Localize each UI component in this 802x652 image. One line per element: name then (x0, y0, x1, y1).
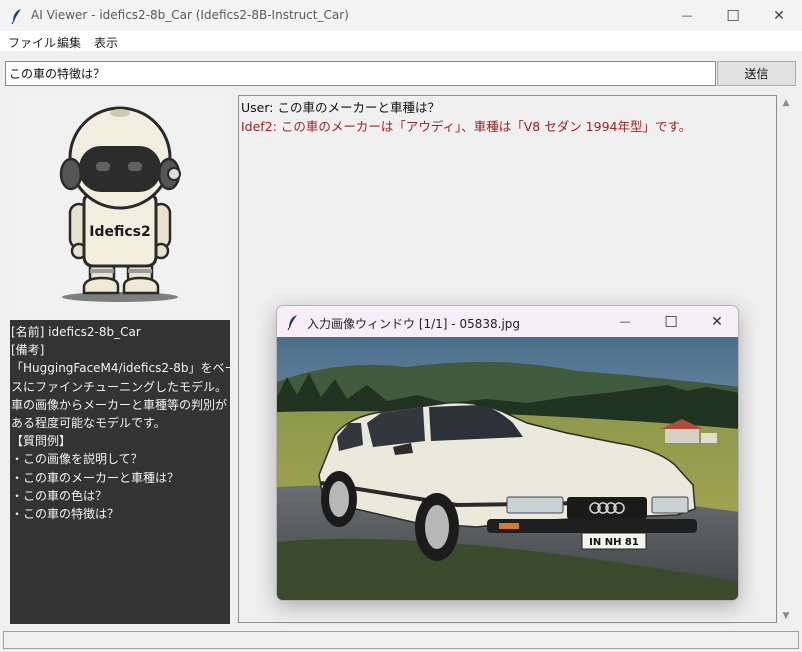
car-photo-icon: IN NH 81 (277, 337, 738, 600)
info-line: [名前] idefics2-8b_Car (11, 325, 141, 339)
minimize-button[interactable]: — (664, 0, 710, 31)
menu-file[interactable]: ファイル (8, 34, 56, 51)
maximize-icon: ☐ (726, 6, 740, 25)
chat-scrollbar[interactable]: ▲ ▼ (778, 95, 794, 623)
feather-app-icon (11, 9, 21, 24)
info-line: 車の画像からメーカーと車種等の判別が (11, 397, 228, 412)
info-line: スにファインチューニングしたモデル。 (11, 379, 228, 394)
info-line: 【質問例】 (11, 434, 72, 449)
image-window-title-bar[interactable]: 入力画像ウィンドウ [1/1] - 05838.jpg — ☐ ✕ (277, 306, 738, 337)
query-input[interactable] (5, 61, 716, 86)
close-button[interactable]: ✕ (756, 0, 802, 31)
license-plate-text: IN NH 81 (589, 537, 639, 548)
title-bar: AI Viewer - idefics2-8b_Car (Idefics2-8B… (0, 0, 802, 31)
info-line: ・この車の色は？ (11, 488, 108, 503)
image-window-maximize-button[interactable]: ☐ (648, 306, 694, 337)
menu-bar: ファイル 編集 表示 (0, 31, 802, 51)
menu-view[interactable]: 表示 (94, 34, 118, 51)
model-info-panel: [名前] idefics2-8b_Car [備考] 「HuggingFaceM4… (10, 320, 237, 624)
minimize-icon: — (681, 9, 693, 22)
input-image-window[interactable]: 入力画像ウィンドウ [1/1] - 05838.jpg — ☐ ✕ IN NH … (276, 305, 739, 601)
scroll-down-icon[interactable]: ▼ (781, 611, 791, 621)
info-line: ・この車の特徴は？ (11, 507, 120, 522)
mascot-shirt-text: Idefics2 (89, 224, 150, 240)
scroll-up-icon[interactable]: ▲ (781, 98, 791, 108)
minimize-icon: — (619, 315, 631, 328)
chat-message-user: User: この車のメーカーと車種は？ (241, 100, 440, 115)
close-icon: ✕ (711, 313, 723, 330)
feather-app-icon (287, 315, 297, 330)
status-bar (3, 631, 799, 649)
info-line: ある程度可能なモデルです。 (11, 416, 166, 431)
maximize-button[interactable]: ☐ (710, 0, 756, 31)
info-line: 「HuggingFaceM4/idefics2-8b」をベー (11, 361, 237, 376)
maximize-icon: ☐ (664, 312, 678, 331)
send-button[interactable]: 送信 (717, 61, 796, 86)
menu-edit[interactable]: 編集 (57, 34, 81, 51)
window-title: AI Viewer - idefics2-8b_Car (Idefics2-8B… (31, 8, 349, 22)
info-line: [備考] (11, 343, 45, 358)
close-icon: ✕ (773, 7, 785, 24)
info-line: ・この車のメーカーと車種は？ (11, 470, 180, 485)
model-avatar-panel: Idefics2 (10, 96, 230, 316)
image-window-title: 入力画像ウィンドウ [1/1] - 05838.jpg (307, 317, 521, 331)
image-window-close-button[interactable]: ✕ (694, 306, 738, 337)
chat-message-bot: Idef2: この車のメーカーは「アウディ」、車種は「V8 セダン 1994年型… (241, 119, 692, 134)
info-line: ・この画像を説明して？ (11, 452, 143, 467)
image-window-minimize-button[interactable]: — (602, 306, 648, 337)
robot-mascot-icon: Idefics2 (59, 106, 181, 302)
